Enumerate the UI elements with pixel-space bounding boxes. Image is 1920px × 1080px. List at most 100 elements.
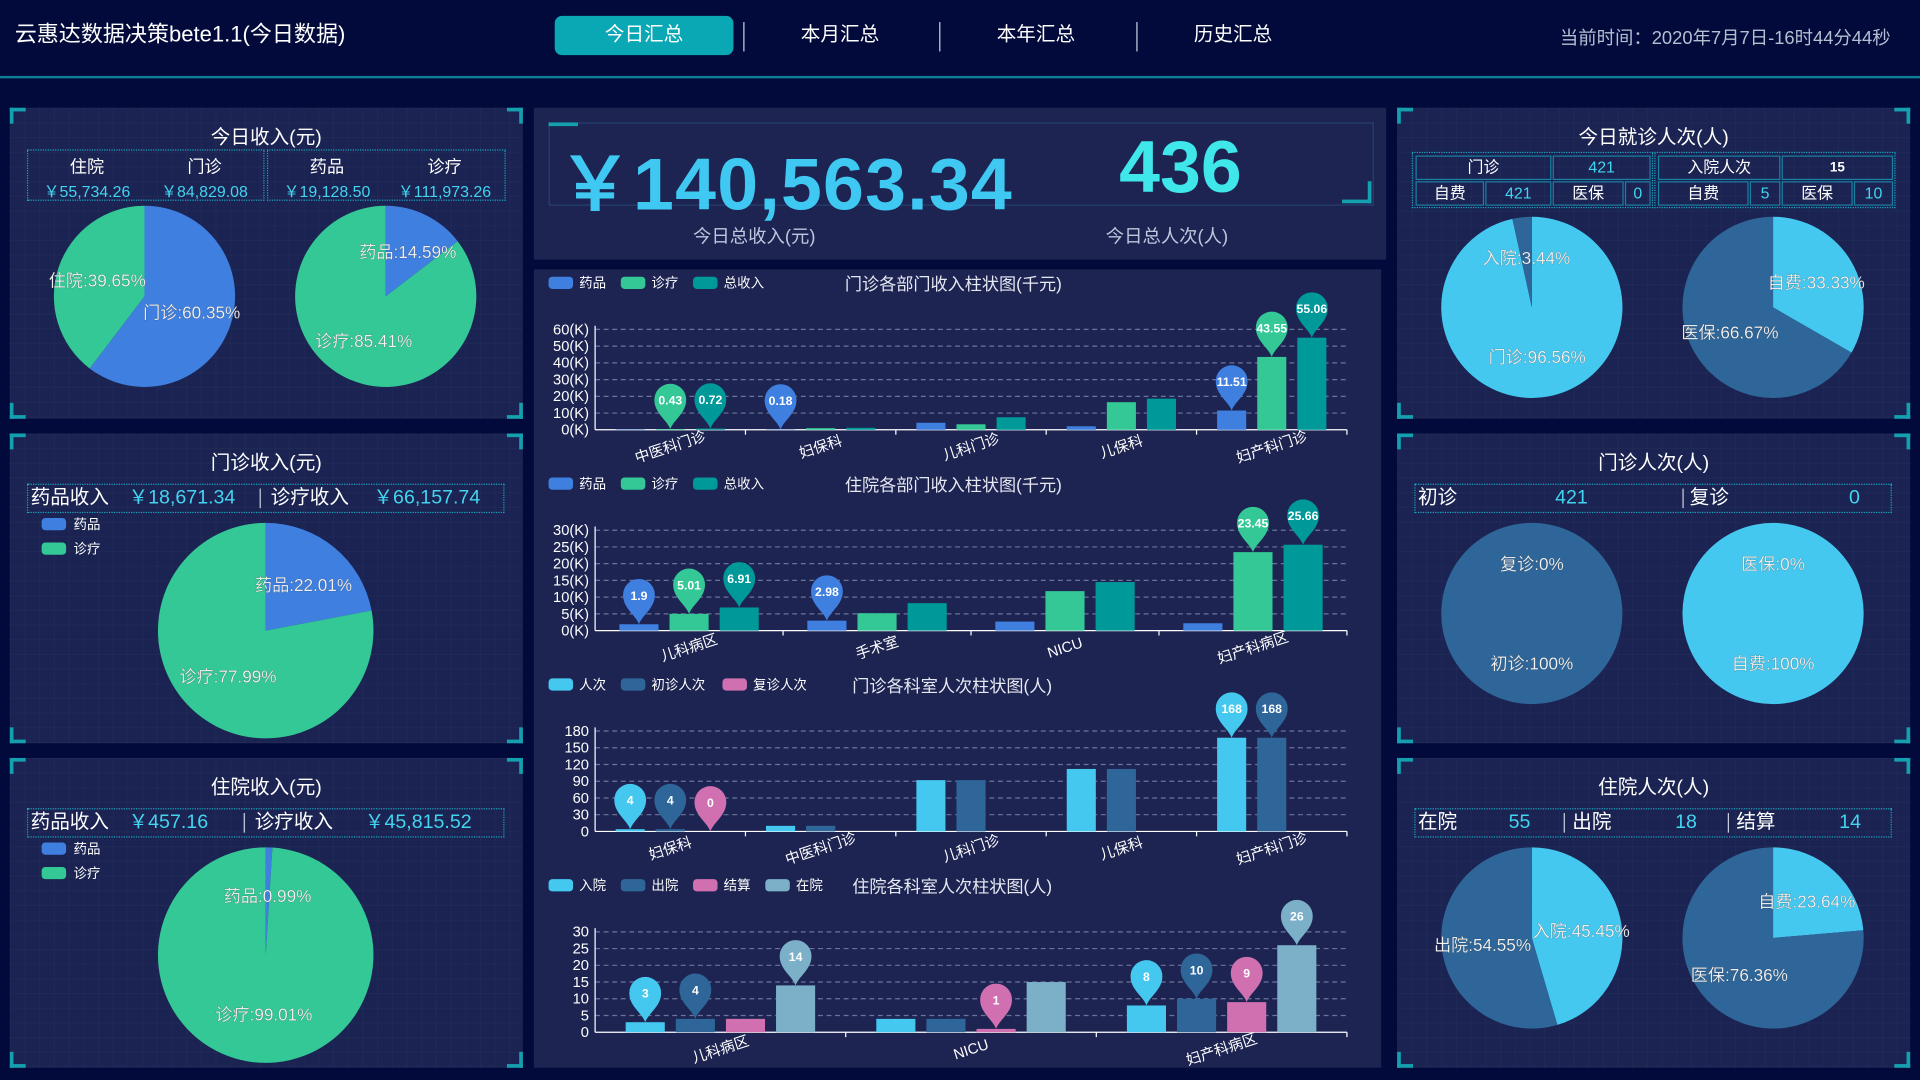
bar[interactable] <box>806 428 836 430</box>
bar[interactable] <box>1283 544 1323 631</box>
legend-item[interactable]: 在院 <box>765 878 823 893</box>
bar[interactable] <box>1257 356 1287 430</box>
total-visits-label: 今日总人次(人) <box>1105 226 1229 248</box>
bar[interactable] <box>619 624 659 631</box>
bar[interactable] <box>655 429 685 430</box>
bar[interactable] <box>926 1018 966 1033</box>
bar-chart: 人次 初诊人次 复诊人次 门诊各科室人次柱状图(人)0306090120150180妇… <box>548 676 1348 868</box>
bar[interactable] <box>725 1018 766 1033</box>
legend-item[interactable]: 入院 <box>548 878 607 893</box>
pie-label: 医保:0% <box>1741 554 1805 574</box>
legend-swatch <box>620 477 646 490</box>
y-tick-label: 25(K) <box>553 540 589 556</box>
legend-label: 诊疗 <box>651 276 678 291</box>
legend-item[interactable]: 结算 <box>693 878 751 893</box>
pie-label: 自费:23.64% <box>1758 891 1855 911</box>
bar[interactable] <box>1297 337 1327 430</box>
bar[interactable] <box>806 825 836 832</box>
legend-item[interactable]: 总收入 <box>693 276 764 291</box>
bar[interactable] <box>907 603 947 631</box>
bar[interactable] <box>1217 737 1247 832</box>
pie-slice[interactable] <box>157 847 374 1063</box>
pie-label: 初诊:100% <box>1490 653 1573 673</box>
value-pin: 1 <box>980 983 1013 1029</box>
pie-slice[interactable] <box>1682 522 1864 705</box>
bar[interactable] <box>655 829 685 832</box>
bar[interactable] <box>1095 582 1135 631</box>
visits-pies: 门诊:96.56% 入院:3.44% 自费:33.33% 医保:66.67% <box>1441 216 1865 398</box>
bar[interactable] <box>1277 945 1317 1033</box>
pie-slice[interactable] <box>1441 522 1623 705</box>
outpatient-income-pie: 药品:22.01% 诊疗:77.99% <box>157 522 374 739</box>
bar[interactable] <box>1106 402 1136 430</box>
pie-chart: 自费:23.64% 医保:76.36% <box>1682 847 1864 1029</box>
y-tick-label: 5 <box>581 1008 589 1024</box>
legend-item[interactable]: 诊疗 <box>620 477 679 492</box>
y-tick-label: 50(K) <box>553 339 589 355</box>
bar[interactable] <box>1146 398 1177 430</box>
bar[interactable] <box>1233 552 1273 631</box>
pin-label: 1 <box>993 993 1000 1007</box>
app-title: 云惠达数据决策bete1.1(今日数据) <box>14 22 346 47</box>
bar[interactable] <box>695 428 725 430</box>
pie-label: 门诊:60.35% <box>143 302 240 322</box>
bar[interactable] <box>916 422 946 430</box>
bar[interactable] <box>615 829 645 832</box>
bar[interactable] <box>1177 998 1217 1033</box>
bar[interactable] <box>776 985 816 1033</box>
inpatient-income-panel: 住院收入(元) 药品收入 ￥457.16 诊疗收入 ￥45,815.52 药品 … <box>9 757 523 1068</box>
pie-label: 诊疗:77.99% <box>179 666 276 686</box>
legend-item[interactable]: 药品 <box>548 477 607 492</box>
bar[interactable] <box>1183 623 1223 631</box>
bar[interactable] <box>1045 591 1085 631</box>
pie-label: 药品:14.59% <box>359 242 456 262</box>
tab-year[interactable]: 本年汇总 <box>947 16 1126 55</box>
tab-today[interactable]: 今日汇总 <box>554 15 734 56</box>
y-tick-label: 0(K) <box>561 423 589 439</box>
bar[interactable] <box>1227 1002 1267 1033</box>
legend-item[interactable]: 出院 <box>620 878 679 893</box>
bar[interactable] <box>1126 1005 1167 1033</box>
bar[interactable] <box>1217 410 1247 430</box>
bar[interactable] <box>1106 768 1136 832</box>
legend-item[interactable]: 药品 <box>548 276 607 291</box>
value-pin: 10 <box>1180 953 1213 999</box>
legend-item[interactable]: 初诊人次 <box>620 677 705 692</box>
bar[interactable] <box>916 780 946 832</box>
legend-item[interactable]: 复诊人次 <box>722 676 807 692</box>
pie-label: 出院:54.55% <box>1434 935 1531 955</box>
tab-month[interactable]: 本月汇总 <box>751 16 930 55</box>
legend-item[interactable]: 总收入 <box>693 477 764 492</box>
summary-panel: ￥140,563.34 436 今日总收入(元) 今日总人次(人) <box>533 107 1387 260</box>
total-visits-value: 436 <box>1119 126 1242 209</box>
bar[interactable] <box>1257 737 1287 832</box>
bar-charts-panel: 药品 诊疗 总收入 门诊各部门收入柱状图(千元) 0(K) 10(K) 20(K) 30(K)… <box>533 269 1382 1069</box>
bar[interactable] <box>1066 768 1096 832</box>
pie-chart: 药品:22.01% 诊疗:77.99% <box>157 522 374 739</box>
bar[interactable] <box>1026 982 1066 1033</box>
bar[interactable] <box>857 613 897 631</box>
x-tick-label: 中医科门诊 <box>633 428 708 467</box>
bar[interactable] <box>996 417 1026 430</box>
bar[interactable] <box>675 1018 715 1033</box>
legend-item[interactable]: 诊疗 <box>620 276 679 291</box>
bar[interactable] <box>625 1022 665 1033</box>
today-income-panel: 今日收入(元) 住院 ￥55,734.26 门诊 ￥84,829.08 药品 ￥… <box>9 107 523 419</box>
bar[interactable] <box>719 607 759 631</box>
bar[interactable] <box>995 621 1035 631</box>
bar[interactable] <box>876 1018 916 1033</box>
pie-chart: 自费:33.33% 医保:66.67% <box>1681 216 1865 398</box>
legend-item[interactable]: 人次 <box>548 677 607 692</box>
value-pin: 0.18 <box>764 384 797 430</box>
bar[interactable] <box>956 424 986 430</box>
tab-history[interactable]: 历史汇总 <box>1144 16 1323 55</box>
pin-label: 168 <box>1221 702 1242 716</box>
x-tick-label: NICU <box>952 1037 991 1063</box>
bar[interactable] <box>766 825 796 832</box>
bar[interactable] <box>846 427 876 430</box>
bar[interactable] <box>956 780 986 832</box>
bar[interactable] <box>1066 426 1096 430</box>
bar[interactable] <box>976 1028 1016 1033</box>
bar[interactable] <box>669 613 709 631</box>
bar[interactable] <box>807 620 847 631</box>
